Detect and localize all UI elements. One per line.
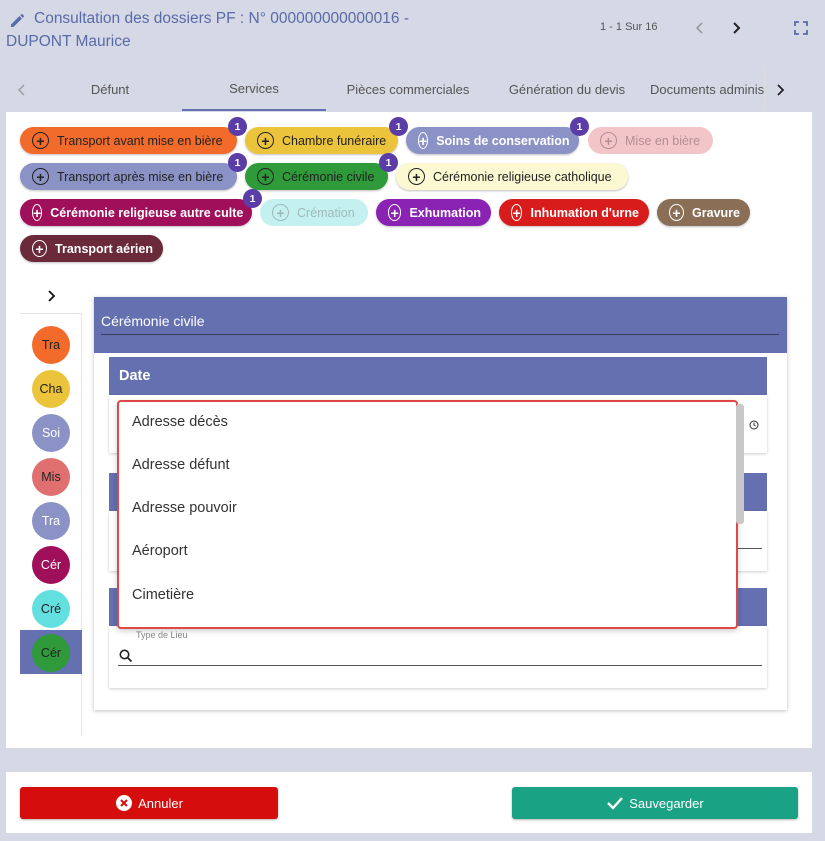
- chip-mise-en-biere[interactable]: + Mise en bière: [588, 127, 713, 154]
- dropdown-option[interactable]: Aéroport: [132, 543, 188, 559]
- save-button[interactable]: Sauvegarder: [512, 787, 798, 819]
- tab-defunt[interactable]: Défunt: [38, 68, 182, 111]
- sidebar-expand-button[interactable]: [40, 285, 62, 307]
- chip-transport-apres[interactable]: + Transport après mise en bière: [20, 163, 237, 190]
- add-circle-icon: +: [32, 168, 49, 185]
- tab-bar: Défunt Services Pièces commerciales Géné…: [6, 68, 813, 111]
- search-icon[interactable]: [118, 648, 134, 664]
- page-title: Consultation des dossiers PF : N° 000000…: [34, 10, 409, 27]
- chip-ceremonie-autre-culte[interactable]: + Cérémonie religieuse autre culte: [20, 199, 252, 226]
- tabs-scroll-left-button[interactable]: [6, 68, 38, 111]
- chip-soins-conservation[interactable]: + Soins de conservation: [406, 127, 579, 154]
- edit-pencil-icon: [8, 10, 28, 30]
- check-icon: [607, 797, 624, 810]
- add-circle-icon: +: [32, 240, 48, 257]
- type-lieu-input[interactable]: [118, 665, 762, 666]
- sidebar-item-chambre[interactable]: Cha: [32, 370, 70, 408]
- sidebar-item-ceremonie-autre[interactable]: Cér: [32, 546, 70, 584]
- scrollbar[interactable]: [736, 404, 744, 524]
- sidebar-item-mise-en-biere[interactable]: Mis: [32, 458, 70, 496]
- chip-cremation[interactable]: + Crémation: [260, 199, 368, 226]
- count-badge: 1: [379, 153, 398, 172]
- next-record-button[interactable]: [726, 18, 746, 38]
- chip-transport-aerien[interactable]: + Transport aérien: [20, 235, 163, 262]
- add-circle-icon: +: [257, 168, 274, 185]
- add-circle-icon: +: [388, 204, 402, 221]
- sidebar-item-transport-avant[interactable]: Tra: [32, 326, 70, 364]
- count-badge: 1: [228, 153, 247, 172]
- sidebar-item-cremation[interactable]: Cré: [32, 590, 70, 628]
- sidebar-item-transport-apres[interactable]: Tra: [32, 502, 70, 540]
- dropdown-option[interactable]: Adresse défunt: [132, 457, 230, 473]
- add-circle-icon: +: [511, 204, 523, 221]
- divider: [101, 334, 779, 335]
- chevron-right-icon: [776, 83, 784, 96]
- prev-record-button[interactable]: [690, 18, 710, 38]
- add-circle-icon: +: [669, 204, 685, 221]
- count-badge: 1: [570, 117, 589, 136]
- dropdown-option[interactable]: Cimetière: [132, 587, 194, 603]
- chip-ceremonie-civile[interactable]: + Cérémonie civile: [245, 163, 388, 190]
- clock-icon[interactable]: [749, 417, 759, 430]
- pager-text: 1 - 1 Sur 16: [600, 21, 658, 33]
- close-circle-icon: [116, 795, 133, 811]
- fullscreen-icon: [794, 21, 808, 35]
- count-badge: 1: [243, 189, 262, 208]
- add-circle-icon: +: [408, 168, 425, 185]
- sidebar-item-soins[interactable]: Soi: [32, 414, 70, 452]
- type-lieu-label: Type de Lieu: [136, 630, 188, 640]
- tabs-scroll-right-button[interactable]: [764, 68, 794, 111]
- section-title: Cérémonie civile: [101, 313, 205, 329]
- date-section-header: [109, 357, 767, 395]
- add-circle-icon: +: [272, 204, 289, 221]
- fullscreen-button[interactable]: [791, 18, 811, 38]
- count-badge: 1: [389, 117, 408, 136]
- tab-generation-devis[interactable]: Génération du devis: [490, 68, 644, 111]
- dropdown-option[interactable]: Adresse décès: [132, 414, 228, 430]
- chip-inhumation-urne[interactable]: + Inhumation d'urne: [499, 199, 649, 226]
- cancel-button[interactable]: Annuler: [20, 787, 278, 819]
- lieu-section-body: [109, 626, 767, 688]
- add-circle-icon: +: [418, 132, 429, 149]
- chip-gravure[interactable]: + Gravure: [657, 199, 750, 226]
- chip-exhumation[interactable]: + Exhumation: [376, 199, 491, 226]
- tab-services[interactable]: Services: [182, 68, 326, 111]
- sidebar-item-ceremonie-civile[interactable]: Cér: [32, 634, 70, 672]
- count-badge: 1: [228, 117, 247, 136]
- chip-chambre-funeraire[interactable]: + Chambre funéraire: [245, 127, 398, 154]
- dropdown-option[interactable]: Adresse pouvoir: [132, 500, 237, 516]
- chip-transport-avant[interactable]: + Transport avant mise en bière: [20, 127, 237, 154]
- tab-pieces-commerciales[interactable]: Pièces commerciales: [326, 68, 490, 111]
- chevron-left-icon: [18, 84, 25, 95]
- tab-documents-admin[interactable]: Documents adminis: [644, 68, 764, 111]
- date-section-title: Date: [119, 368, 151, 384]
- add-circle-icon: +: [32, 132, 49, 149]
- add-circle-icon: +: [600, 132, 617, 149]
- add-circle-icon: +: [257, 132, 274, 149]
- type-lieu-dropdown[interactable]: Adresse décès Adresse défunt Adresse pou…: [117, 400, 738, 629]
- chevron-left-icon: [695, 22, 703, 34]
- chevron-right-icon: [48, 290, 56, 302]
- chevron-right-icon: [733, 22, 741, 34]
- page-subtitle: DUPONT Maurice: [6, 33, 131, 50]
- add-circle-icon: +: [32, 204, 43, 221]
- chip-ceremonie-catholique[interactable]: + Cérémonie religieuse catholique: [396, 163, 628, 190]
